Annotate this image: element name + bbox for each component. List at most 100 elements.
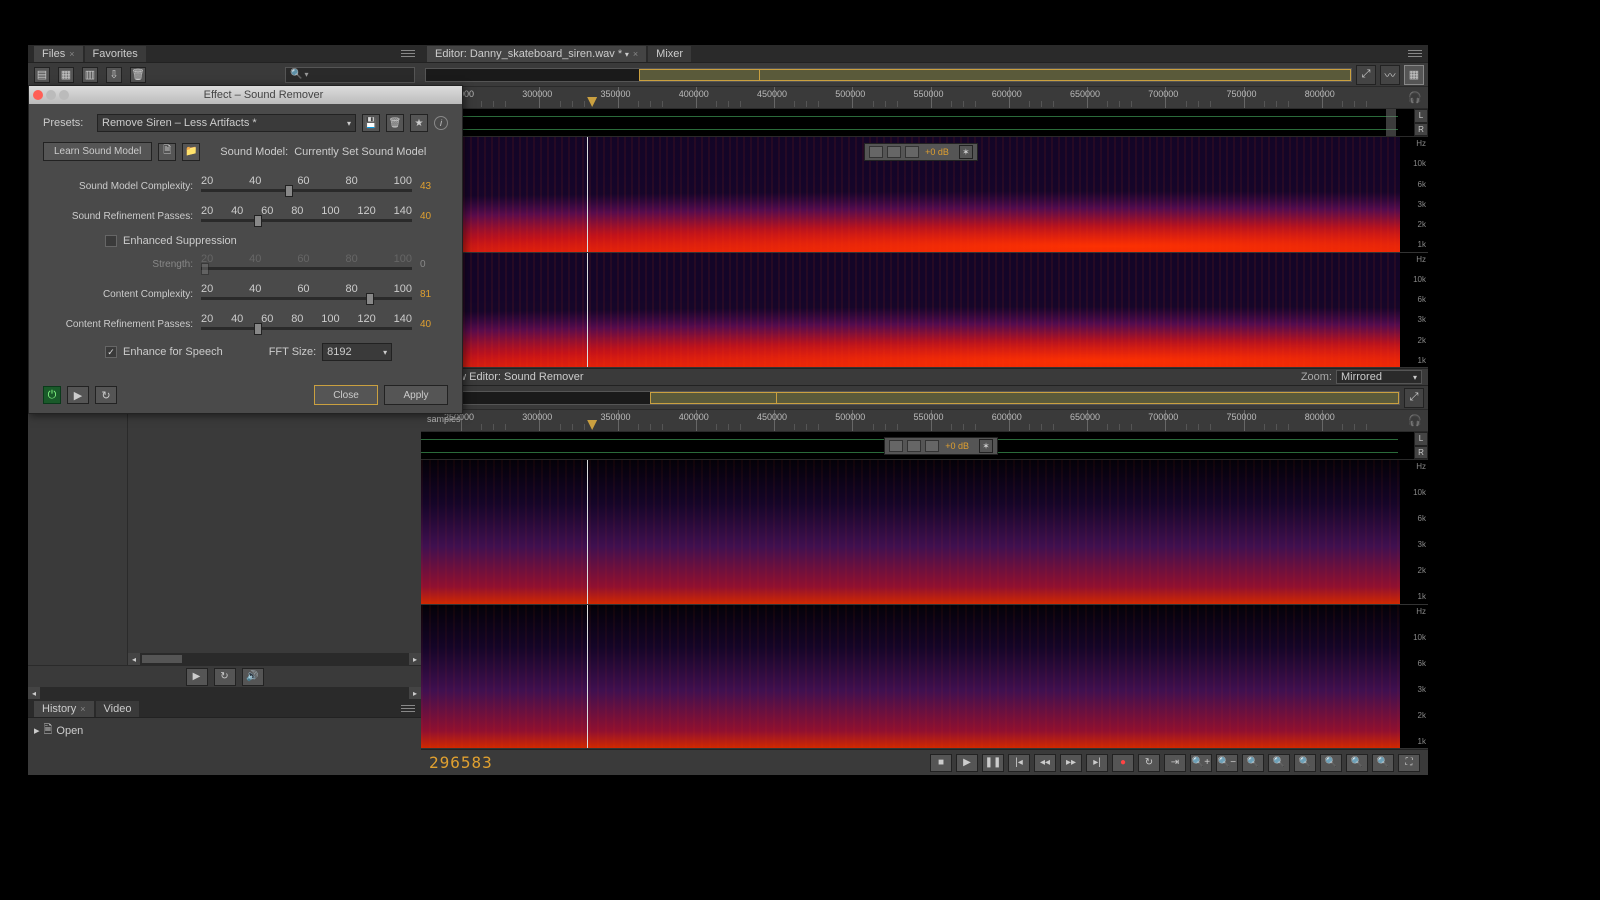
zoom-out-amp-icon[interactable]: 🔍 <box>1294 754 1316 772</box>
hud-tool-icon[interactable] <box>887 146 901 158</box>
enhance-speech-checkbox[interactable] <box>105 346 117 358</box>
go-end-button[interactable]: ▸| <box>1086 754 1108 772</box>
panel-menu-icon[interactable] <box>1408 49 1422 59</box>
window-min-icon[interactable] <box>46 90 56 100</box>
save-model-icon[interactable]: 🗎 <box>158 143 176 161</box>
dialog-titlebar[interactable]: Effect – Sound Remover <box>29 86 462 104</box>
search-input[interactable]: 🔍▾ <box>285 67 415 83</box>
hud-db-value[interactable]: +0 dB <box>943 441 971 451</box>
files-hscroll[interactable]: ◂ ▸ <box>128 653 421 665</box>
volume-hud[interactable]: +0 dB ✶ <box>864 143 978 161</box>
panel-menu-icon[interactable] <box>401 49 415 59</box>
scroll-right-icon[interactable]: ▸ <box>409 687 421 699</box>
amplitude-overview[interactable]: dB LR <box>421 109 1428 137</box>
load-model-icon[interactable]: 📁 <box>182 143 200 161</box>
stop-button[interactable]: ■ <box>930 754 952 772</box>
scroll-left-icon[interactable]: ◂ <box>28 687 40 699</box>
headphone-icon[interactable]: 🎧 <box>1408 414 1422 427</box>
slider-complexity[interactable]: 20406080100 <box>201 175 412 197</box>
apply-button[interactable]: Apply <box>384 385 448 405</box>
record-button[interactable]: ● <box>1112 754 1134 772</box>
zoom-full-icon[interactable]: ⤢ <box>1404 388 1424 408</box>
waveform-view-icon[interactable]: 〰 <box>1380 65 1400 85</box>
channel-l[interactable]: L <box>1414 109 1428 123</box>
amplitude-overview[interactable]: dB LR +0 dB ✶ <box>421 432 1428 460</box>
zoom-sel-icon[interactable]: 🔍 <box>1372 754 1394 772</box>
import-icon[interactable]: ⇩ <box>106 67 122 83</box>
zoom-out-time-icon[interactable]: 🔍− <box>1216 754 1238 772</box>
window-max-icon[interactable] <box>59 90 69 100</box>
trash-icon[interactable]: 🗑 <box>130 67 146 83</box>
navigator-overview[interactable] <box>425 68 1352 82</box>
time-ruler[interactable]: 2500003000003500004000004500005000005500… <box>421 87 1428 109</box>
slider-thumb[interactable] <box>285 185 293 197</box>
slider-contentComplex[interactable]: 20406080100 <box>201 283 412 305</box>
slider-thumb[interactable] <box>254 215 262 227</box>
pause-button[interactable]: ❚❚ <box>982 754 1004 772</box>
zoom-toggle-icon[interactable]: ⛶ <box>1398 754 1420 772</box>
zoom-reset-icon[interactable]: 🔍 <box>1242 754 1264 772</box>
save-preset-icon[interactable]: 💾 <box>362 114 380 132</box>
history-item[interactable]: ▸ 🗎 Open <box>34 720 415 741</box>
time-ruler[interactable]: samples 25000030000035000040000045000050… <box>421 410 1428 432</box>
scroll-thumb[interactable] <box>142 655 182 663</box>
slider-thumb[interactable] <box>254 323 262 335</box>
tab-editor[interactable]: Editor: Danny_skateboard_siren.wav * ▾× <box>427 46 646 62</box>
tab-files[interactable]: Files× <box>34 46 83 62</box>
slider-contentRefine[interactable]: 20406080100120140 <box>201 313 412 335</box>
shortcuts-tree[interactable]: ▸ Shortcuts <box>28 387 128 665</box>
info-icon[interactable]: i <box>434 116 448 130</box>
scroll-right-icon[interactable]: ▸ <box>409 653 421 665</box>
slider-thumb[interactable] <box>366 293 374 305</box>
favorite-preset-icon[interactable]: ★ <box>410 114 428 132</box>
spectrogram-left[interactable]: +0 dB ✶ Hz10k6k3k2k1k <box>421 137 1428 253</box>
headphone-icon[interactable]: 🎧 <box>1408 91 1422 104</box>
slider-value[interactable]: 81 <box>420 289 448 300</box>
channel-r[interactable]: R <box>1414 123 1428 137</box>
loop-button[interactable]: ↻ <box>1138 754 1160 772</box>
panel-menu-icon[interactable] <box>401 704 415 714</box>
hud-db-value[interactable]: +0 dB <box>923 147 951 157</box>
new-file-icon[interactable]: ▦ <box>58 67 74 83</box>
forward-button[interactable]: ▸▸ <box>1060 754 1082 772</box>
scroll-left-icon[interactable]: ◂ <box>128 653 140 665</box>
tab-video[interactable]: Video <box>96 701 140 717</box>
zoom-sel-in-icon[interactable]: 🔍 <box>1320 754 1342 772</box>
navigator-overview[interactable] <box>425 391 1400 405</box>
preview-loop-button[interactable]: ↻ <box>214 668 236 686</box>
zoom-sel-out-icon[interactable]: 🔍 <box>1346 754 1368 772</box>
fft-size-select[interactable]: 8192▾ <box>322 343 392 361</box>
tab-mixer[interactable]: Mixer <box>648 46 691 62</box>
channel-l[interactable]: L <box>1414 432 1428 446</box>
hud-tool-icon[interactable] <box>905 146 919 158</box>
go-start-button[interactable]: |◂ <box>1008 754 1030 772</box>
hud-pin-icon[interactable]: ✶ <box>959 145 973 159</box>
tab-favorites[interactable]: Favorites <box>85 46 146 62</box>
enhanced-suppression-checkbox[interactable] <box>105 235 117 247</box>
slider-refinement[interactable]: 20406080100120140 <box>201 205 412 227</box>
hud-tool-icon[interactable] <box>869 146 883 158</box>
slider-value[interactable]: 40 <box>420 319 448 330</box>
effect-preview-loop-button[interactable]: ↻ <box>95 386 117 404</box>
close-button[interactable]: Close <box>314 385 378 405</box>
tab-history[interactable]: History× <box>34 701 94 717</box>
presets-select[interactable]: Remove Siren – Less Artifacts *▾ <box>97 114 356 132</box>
hud-tool-icon[interactable] <box>907 440 921 452</box>
rewind-button[interactable]: ◂◂ <box>1034 754 1056 772</box>
play-button[interactable]: ▶ <box>956 754 978 772</box>
channel-r[interactable]: R <box>1414 446 1428 460</box>
effect-power-button[interactable]: ⏻ <box>43 386 61 404</box>
zoom-select[interactable]: Mirrored▾ <box>1336 370 1422 384</box>
learn-sound-model-button[interactable]: Learn Sound Model <box>43 142 152 161</box>
hud-tool-icon[interactable] <box>889 440 903 452</box>
hud-pin-icon[interactable]: ✶ <box>979 439 993 453</box>
delete-preset-icon[interactable]: 🗑 <box>386 114 404 132</box>
preview-autoplay-button[interactable]: 🔊 <box>242 668 264 686</box>
slider-value[interactable]: 43 <box>420 181 448 192</box>
preview-play-button[interactable]: ▶ <box>186 668 208 686</box>
skip-selection-button[interactable]: ⇥ <box>1164 754 1186 772</box>
open-file-icon[interactable]: ▤ <box>34 67 50 83</box>
zoom-in-amp-icon[interactable]: 🔍 <box>1268 754 1290 772</box>
window-close-icon[interactable] <box>33 90 43 100</box>
zoom-full-icon[interactable]: ⤢ <box>1356 65 1376 85</box>
